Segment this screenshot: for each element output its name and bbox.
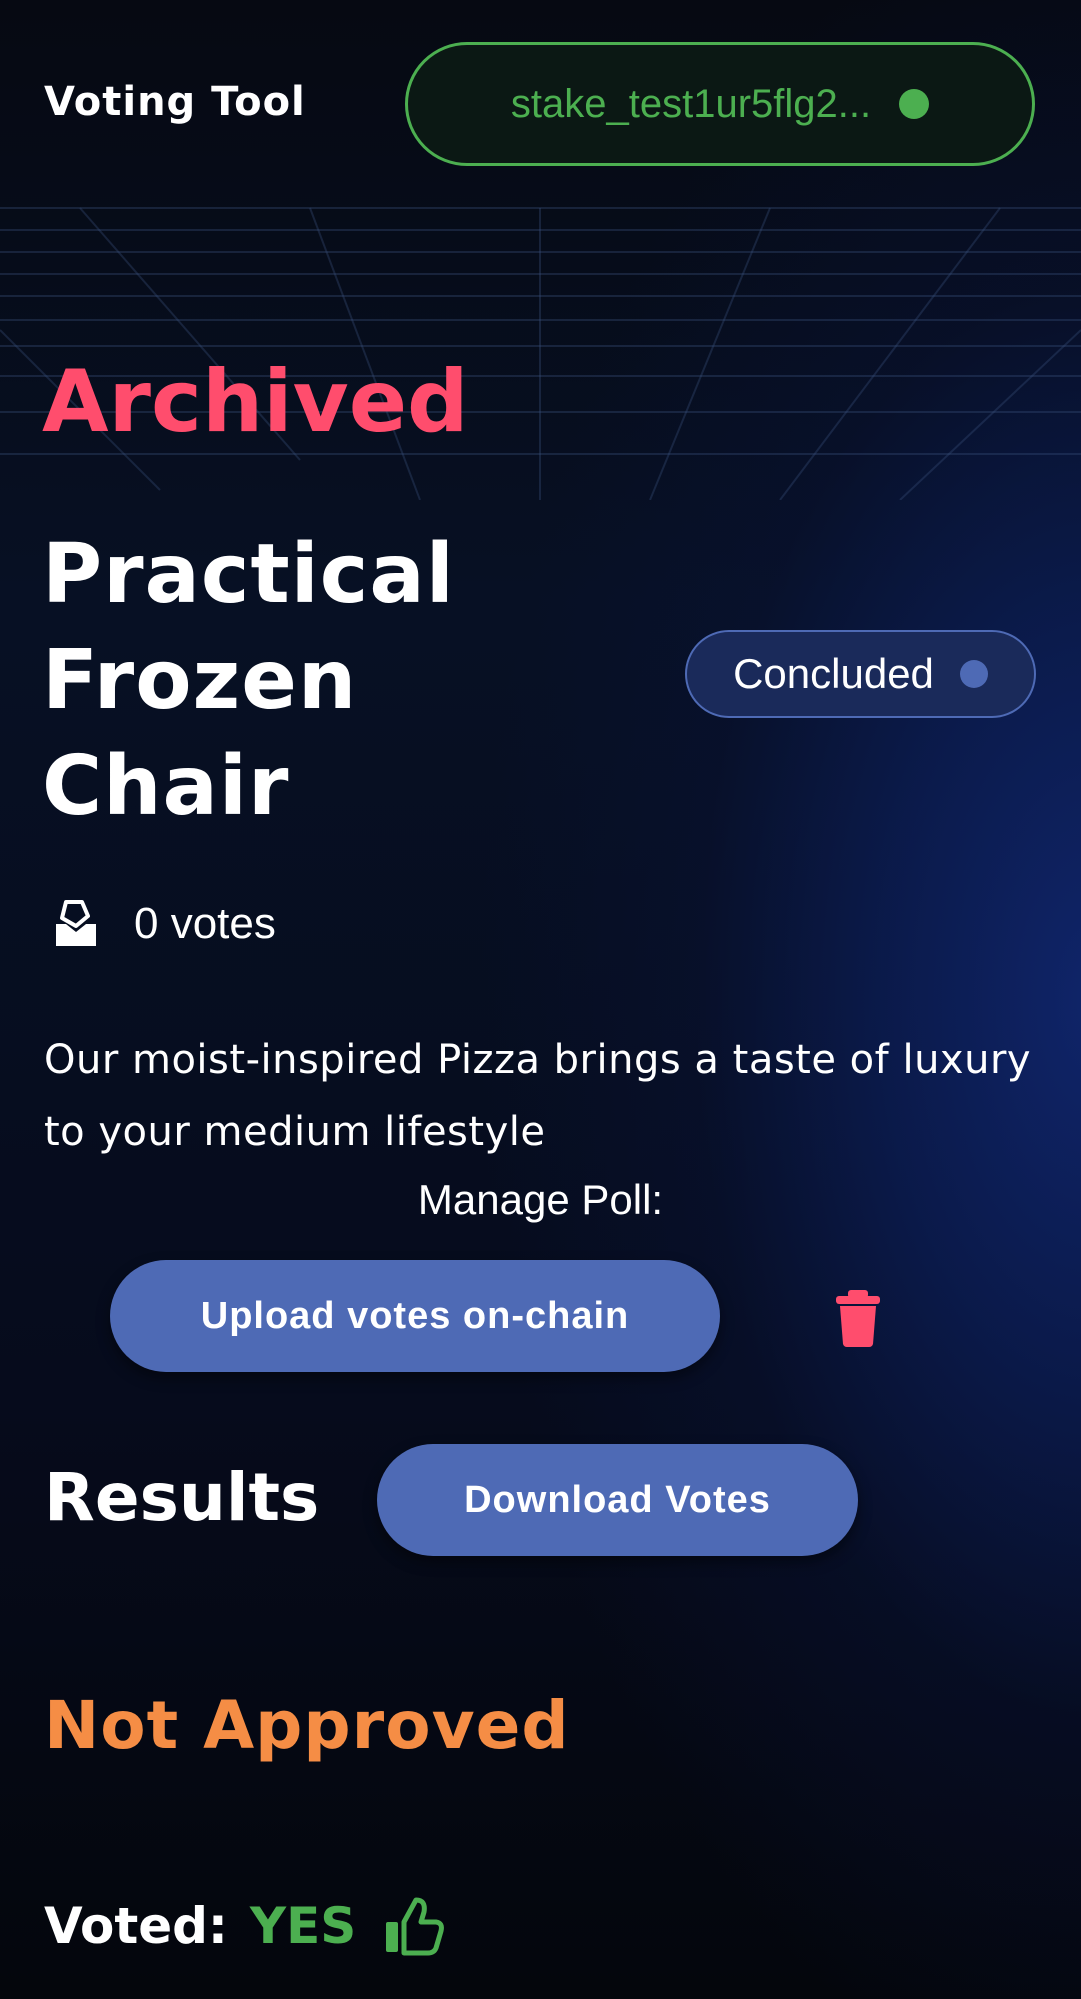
poll-title: Practical Frozen Chair — [42, 527, 455, 834]
manage-poll-label: Manage Poll: — [417, 1176, 664, 1223]
wallet-status-dot — [899, 89, 930, 119]
voted-value: YES — [249, 1897, 357, 1955]
download-votes-button[interactable]: Download Votes — [377, 1444, 858, 1556]
ballot-box-icon — [56, 900, 96, 946]
voting-page: Voting Tool stake_test1ur5flg2... Archiv… — [0, 0, 1081, 1999]
votes-count-label: 0 votes — [134, 899, 276, 948]
grid-background — [0, 207, 1081, 500]
archived-label: Archived — [42, 352, 469, 452]
votes-count: 0 votes — [48, 896, 276, 952]
status-dot — [959, 660, 988, 688]
voted-label: Voted: — [44, 1897, 228, 1955]
wallet-address: stake_test1ur5flg2... — [510, 81, 872, 126]
wallet-connect-button[interactable]: stake_test1ur5flg2... — [405, 42, 1035, 166]
status-badge-label: Concluded — [733, 650, 934, 697]
app-title: Voting Tool — [44, 79, 306, 125]
thumbs-up-icon — [386, 1897, 445, 1956]
status-badge: Concluded — [685, 630, 1036, 718]
poll-description: Our moist-inspired Pizza brings a taste … — [44, 1037, 1032, 1155]
results-heading: Results — [44, 1459, 320, 1536]
user-vote: Voted: YES — [44, 1896, 446, 1956]
poll-outcome: Not Approved — [44, 1687, 570, 1764]
trash-icon[interactable] — [830, 1288, 886, 1348]
upload-votes-button[interactable]: Upload votes on-chain — [110, 1260, 720, 1372]
